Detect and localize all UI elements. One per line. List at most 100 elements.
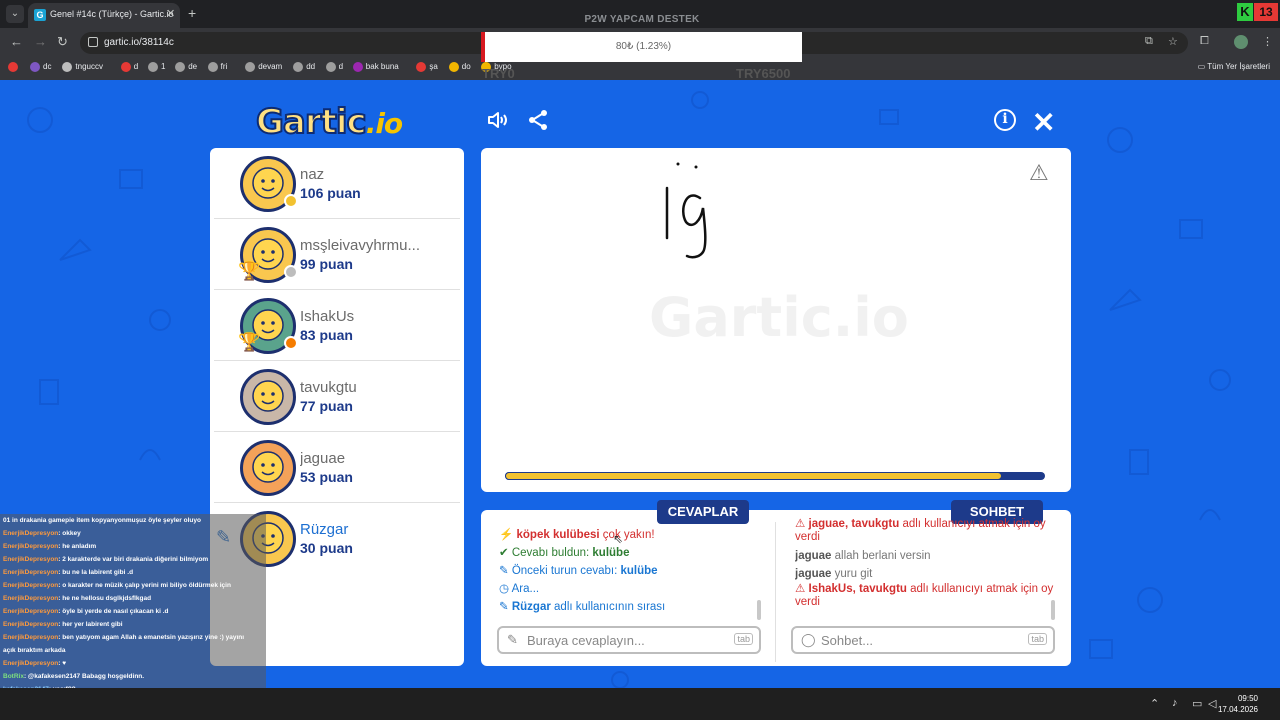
panel-divider xyxy=(775,522,776,662)
network-icon[interactable]: ▭ xyxy=(1192,697,1202,710)
stream-chat-message: EnerjikDepresyon: ben yatıyom agam Allah… xyxy=(3,634,245,641)
extensions-icon[interactable]: ⧠ xyxy=(1200,35,1209,48)
stream-chat-message: EnerjikDepresyon: okkey xyxy=(3,530,81,537)
player-row[interactable]: naz 106 puan xyxy=(214,148,460,219)
bookmark-item[interactable]: d xyxy=(120,62,138,72)
bookmark-favicon-icon xyxy=(325,62,336,72)
bookmark-item[interactable]: dd xyxy=(293,62,315,72)
new-tab-button[interactable]: + xyxy=(188,5,196,21)
bookmark-favicon-icon xyxy=(416,62,427,72)
share-icon[interactable] xyxy=(526,108,550,132)
player-row[interactable]: 🏆 IshakUs 83 puan xyxy=(214,290,460,361)
donation-max-label: TRY6500 xyxy=(736,66,791,81)
list-item: ✎ Önceki turun cevabı: kulübe xyxy=(499,565,658,577)
bookmark-item[interactable]: d xyxy=(325,62,343,72)
list-item: jaguae yuru git xyxy=(795,568,873,580)
system-clock[interactable]: 09:50 17.04.2026 xyxy=(1218,693,1258,715)
round-timer-fill xyxy=(505,472,1002,480)
bookmark-item[interactable]: tnguccv xyxy=(62,62,103,72)
player-row[interactable]: 🏆 msşleivavyhrmu... 99 puan xyxy=(214,219,460,290)
site-info-icon[interactable] xyxy=(88,37,98,47)
answer-input[interactable] xyxy=(527,631,717,649)
clock-time: 09:50 xyxy=(1237,694,1258,703)
check-icon: ✔ xyxy=(499,547,512,559)
list-item: jaguae allah berlani versin xyxy=(795,550,931,562)
avatar xyxy=(240,369,296,425)
answers-scrollbar[interactable] xyxy=(757,600,761,620)
tab-close-icon[interactable]: ✕ xyxy=(166,7,175,20)
bookmark-favicon-icon xyxy=(207,62,218,72)
tab-list-button[interactable]: ⌄ xyxy=(6,5,24,23)
drawing-strokes xyxy=(665,162,707,259)
pencil-icon: ✎ xyxy=(499,601,512,613)
status-badge xyxy=(284,336,298,350)
report-warning-icon[interactable]: ⚠ xyxy=(1029,160,1049,186)
trophy-icon: 🏆 xyxy=(238,261,261,281)
info-icon[interactable]: i xyxy=(994,109,1016,131)
bookmark-item[interactable] xyxy=(8,62,21,72)
install-app-icon[interactable]: ⧉ xyxy=(1145,35,1153,48)
bookmark-favicon-icon xyxy=(448,62,459,72)
gartic-logo: Gartic.io xyxy=(255,101,403,143)
stream-chat-message: EnerjikDepresyon: o karakter ne müzik ça… xyxy=(3,582,231,589)
stream-chat-message: EnerjikDepresyon: bu ne la labirent gibi… xyxy=(3,569,134,576)
stream-title-overlay: P2W YAPCAM DESTEK xyxy=(584,14,700,25)
url-text: gartic.io/38114c xyxy=(104,37,174,48)
bookmark-item[interactable]: 1 xyxy=(148,62,165,72)
bookmark-item[interactable]: do xyxy=(448,62,471,72)
player-score: 99 puan xyxy=(300,256,353,272)
stream-chat-message: EnerjikDepresyon: he anladım xyxy=(3,543,97,550)
avatar xyxy=(240,440,296,496)
browser-tab-bar: ⌄ G Genel #14c (Türkçe) - Gartic.io ✕ + … xyxy=(0,0,1280,28)
all-bookmarks-link[interactable]: ▭ Tüm Yer İşaretleri xyxy=(1198,62,1270,71)
player-name: tavukgtu xyxy=(300,379,357,396)
bookmark-favicon-icon xyxy=(352,62,363,72)
alert-icon: ⚠ xyxy=(795,518,809,530)
volume-icon[interactable]: ◁ xyxy=(1208,697,1216,710)
bookmark-item[interactable]: fri xyxy=(207,62,227,72)
player-name: naz xyxy=(300,166,325,183)
bookmark-favicon-icon xyxy=(30,62,40,72)
menu-icon[interactable]: ⋮ xyxy=(1262,35,1273,48)
player-row[interactable]: tavukgtu 77 puan xyxy=(214,361,460,432)
stream-chat-message: EnerjikDepresyon: her yer labirent gibi xyxy=(3,621,123,628)
microphone-icon[interactable]: ♪ xyxy=(1172,697,1178,709)
browser-tab[interactable]: G Genel #14c (Türkçe) - Gartic.io ✕ xyxy=(28,3,180,28)
bookmark-item[interactable]: bak buna xyxy=(352,62,399,72)
bookmark-item[interactable]: devam xyxy=(245,62,282,72)
bookmark-star-icon[interactable]: ☆ xyxy=(1168,35,1178,48)
mouse-cursor-icon: ⇖ xyxy=(613,532,624,546)
profile-avatar[interactable] xyxy=(1234,35,1248,49)
taskbar: ⌃ ♪ ▭ ◁ 09:50 17.04.2026 xyxy=(0,688,1280,720)
stream-chat-message: EnerjikDepresyon: ♥ xyxy=(3,660,67,667)
drawing-canvas[interactable]: Gartic.io ⚠ xyxy=(481,148,1071,492)
list-item: ✎ Rüzgar adlı kullanıcının sırası xyxy=(499,601,666,613)
bookmark-item[interactable]: dc xyxy=(30,62,51,72)
round-timer-bar xyxy=(505,472,1045,480)
bookmark-favicon-icon xyxy=(148,62,158,72)
stream-chat-message: BotRix: @kafakesen2147 Babagg hoşgeldinn… xyxy=(3,673,145,680)
stream-chat-message: açık bıraktım arkada xyxy=(3,647,66,654)
bookmark-item[interactable]: şa xyxy=(416,62,438,72)
bookmark-item[interactable]: de xyxy=(175,62,197,72)
close-icon[interactable]: ✕ xyxy=(1032,106,1055,139)
chat-input[interactable] xyxy=(821,631,1011,649)
forward-icon[interactable]: → xyxy=(34,34,47,49)
player-name: Rüzgar xyxy=(300,521,349,538)
chat-input-box[interactable]: ◯ tab xyxy=(791,626,1055,654)
kick-badge-icon: K xyxy=(1237,3,1253,21)
chat-bubble-icon: ◯ xyxy=(801,632,816,647)
tab-key-hint: tab xyxy=(734,633,753,645)
bolt-icon: ⚡ xyxy=(499,529,517,541)
chevron-up-icon[interactable]: ⌃ xyxy=(1150,697,1159,710)
donation-progress-text: 80₺ (1.23%) xyxy=(615,41,672,52)
reload-icon[interactable]: ↻ xyxy=(57,34,68,50)
status-badge xyxy=(284,194,298,208)
chat-scrollbar[interactable] xyxy=(1051,600,1055,620)
sound-icon[interactable] xyxy=(486,108,510,132)
folder-icon: ▭ xyxy=(1197,62,1208,71)
back-icon[interactable]: ← xyxy=(10,34,23,49)
player-row[interactable]: jaguae 53 puan xyxy=(214,432,460,503)
stream-chat-message: EnerjikDepresyon: he ne hellosu dsglkjds… xyxy=(3,595,152,602)
answer-input-box[interactable]: ✎ tab xyxy=(497,626,761,654)
